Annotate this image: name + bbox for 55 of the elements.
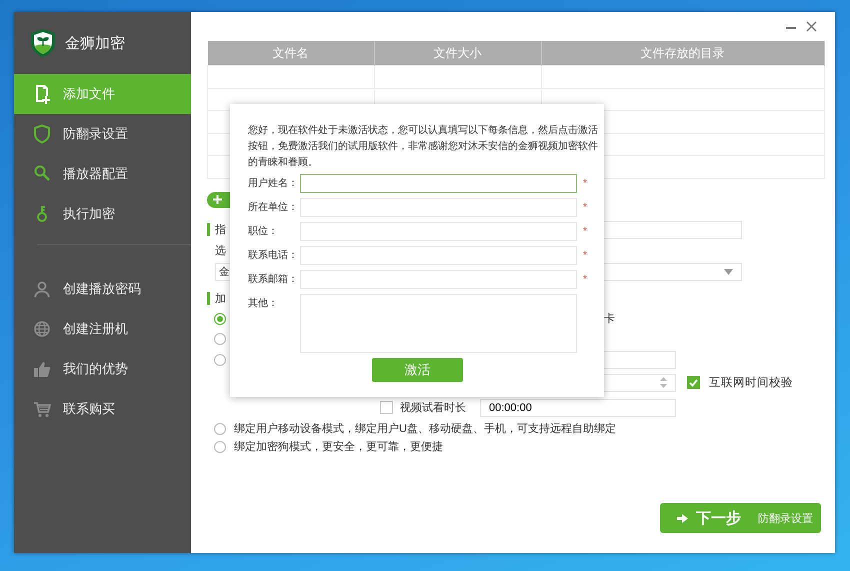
plus-icon (213, 195, 222, 204)
nav-item[interactable]: 执行加密 (14, 194, 191, 234)
field-label: 所在单位： (248, 200, 299, 215)
notes-field[interactable] (300, 294, 577, 353)
required-mark: * (583, 249, 587, 263)
nav-item[interactable]: 创建播放密码 (14, 269, 191, 309)
check-icon (689, 378, 698, 386)
required-mark: * (583, 201, 587, 215)
thumbs-up-icon (33, 360, 51, 378)
radio-label: 卡 (604, 312, 615, 326)
app-title: 金狮加密 (65, 34, 125, 52)
checkbox[interactable] (380, 401, 393, 414)
file-add-icon (33, 84, 51, 104)
field-label: 选 (215, 244, 226, 258)
field-label: 职位： (248, 225, 279, 239)
activation-message: 您好，现在软件处于未激活状态，您可以认真填写以下每条信息，然后点击激活按钮，免费激活我们的试用版软件，非常感谢您对沐禾安信的金狮视频加密软件的青睐和眷顾。 (248, 124, 598, 170)
section-heading: 加 (215, 292, 226, 306)
column-header: 文件名 (208, 41, 374, 66)
field-label: 联系邮箱： (248, 272, 299, 287)
radio-label: 绑定加密狗模式，更安全，更可靠，更便捷 (234, 440, 443, 454)
duration-field[interactable]: 00:00:00 (480, 398, 676, 416)
radio-label: 绑定用户移动设备模式，绑定用户U盘、移动硬盘、手机，可支持远程自助绑定 (234, 422, 616, 436)
shield-icon (33, 124, 51, 144)
shield-logo-icon (30, 28, 56, 58)
required-mark: * (583, 177, 587, 191)
radio-button[interactable] (214, 312, 226, 324)
nav-item[interactable]: 防翻录设置 (14, 114, 191, 154)
checkbox-label: 互联网时间校验 (709, 376, 793, 390)
nav-item[interactable]: 创建注册机 (14, 309, 191, 349)
arrow-right-icon (677, 514, 688, 522)
nav-item[interactable]: 播放器配置 (14, 154, 191, 194)
close-icon (806, 21, 817, 32)
input-field[interactable] (300, 174, 577, 193)
radio-button[interactable] (214, 440, 226, 452)
cart-icon (33, 400, 51, 418)
globe-icon (33, 320, 51, 338)
column-header: 文件存放的目录 (541, 41, 824, 66)
radio-button[interactable] (214, 422, 226, 434)
select-value: 金 (219, 264, 230, 278)
field-label: 其他： (248, 296, 279, 311)
field-label: 用户姓名： (248, 176, 299, 191)
checkbox[interactable] (687, 376, 700, 389)
column-header: 文件大小 (374, 41, 541, 66)
radio-button[interactable] (214, 354, 226, 366)
user-icon (33, 280, 51, 298)
nav-item[interactable]: 我们的优势 (14, 349, 191, 389)
spinner-arrows-icon (660, 377, 667, 388)
checkbox-label: 视频试看时长 (400, 401, 466, 415)
section-heading: 指 (215, 223, 226, 237)
nav-item[interactable]: 联系购买 (14, 389, 191, 429)
dropdown-caret-icon (724, 268, 733, 274)
field-label: 联系电话： (248, 248, 299, 263)
required-mark: * (583, 225, 587, 239)
required-mark: * (583, 273, 587, 287)
radio-button[interactable] (214, 332, 226, 344)
